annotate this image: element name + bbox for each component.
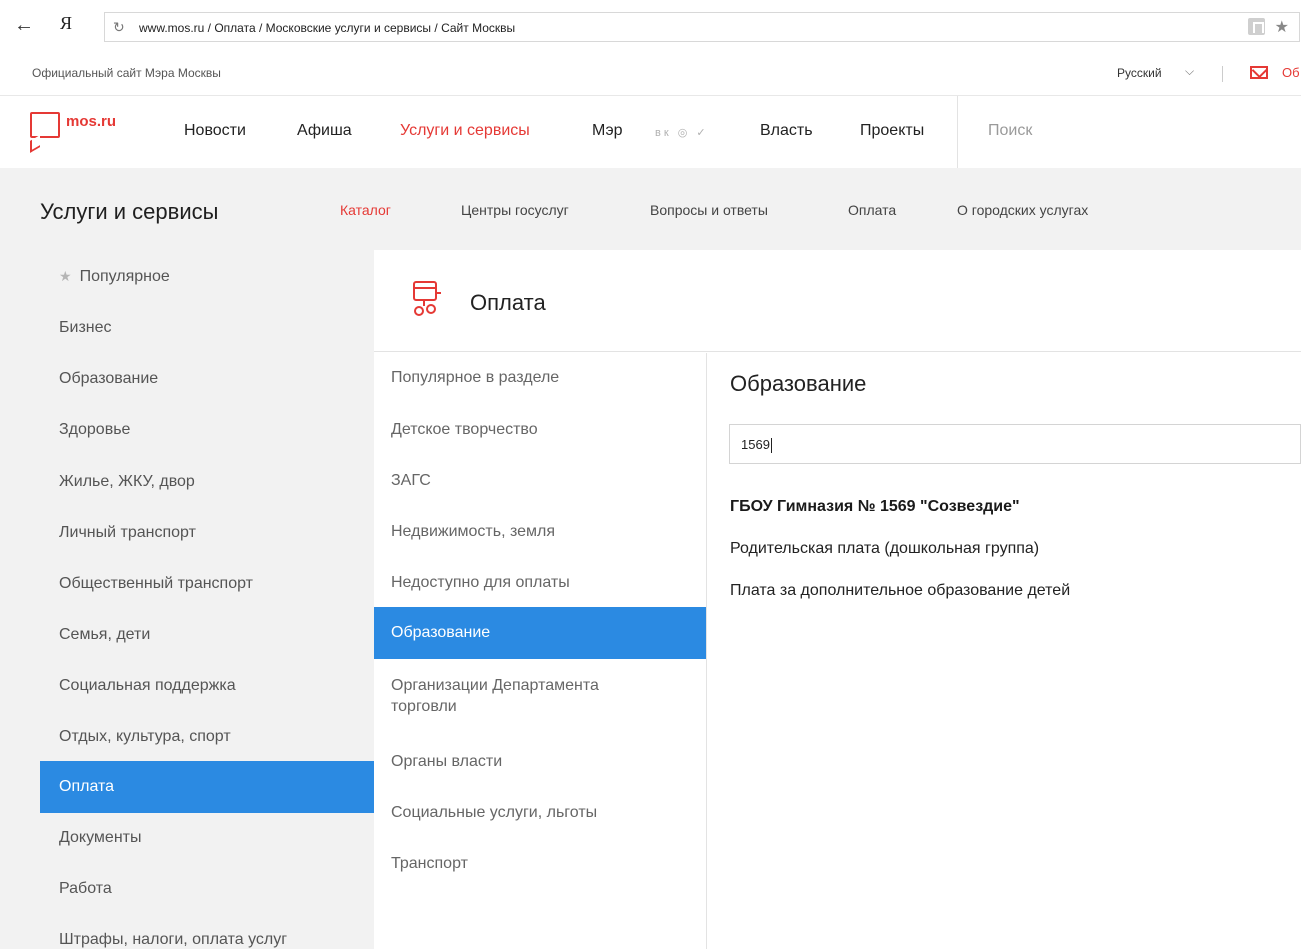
nav-services[interactable]: Услуги и сервисы — [400, 122, 530, 140]
subcategory-list: Популярное в разделе Детское творчество … — [374, 353, 707, 949]
category-sidebar: ★ Популярное Бизнес Образование Здоровье … — [0, 250, 374, 949]
subnav-catalog[interactable]: Каталог — [340, 202, 391, 218]
subcategory-unavailable[interactable]: Недоступно для оплаты — [374, 572, 706, 593]
sidebar-item-leisure[interactable]: Отдых, культура, спорт — [40, 711, 374, 763]
search-value: 1569 — [741, 437, 770, 452]
sidebar-item-public-transport[interactable]: Общественный транспорт — [40, 558, 374, 610]
subcategory-education[interactable]: Образование — [374, 607, 706, 659]
mos-logo-icon[interactable] — [30, 112, 60, 138]
sidebar-item-housing[interactable]: Жилье, ЖКУ, двор — [40, 456, 374, 508]
subnav-payment[interactable]: Оплата — [848, 202, 896, 218]
bookmark-star-icon[interactable]: ★ — [1275, 17, 1289, 37]
mail-link[interactable]: Об — [1282, 65, 1300, 80]
nav-government[interactable]: Власть — [760, 122, 813, 140]
sidebar-item-documents[interactable]: Документы — [40, 812, 374, 864]
star-icon: ★ — [59, 268, 72, 284]
subnav-faq[interactable]: Вопросы и ответы — [650, 202, 768, 218]
official-strip: Официальный сайт Мэра Москвы Русский ⌵ О… — [0, 54, 1301, 96]
result-item-parent-fee[interactable]: Родительская плата (дошкольная группа) — [730, 540, 1039, 558]
section-title: Услуги и сервисы — [40, 199, 219, 224]
subcategory-popular[interactable]: Популярное в разделе — [374, 367, 706, 388]
subcategory-transport[interactable]: Транспорт — [374, 853, 706, 874]
reload-icon[interactable]: ↻ — [113, 19, 125, 36]
url-text[interactable]: www.mos.ru / Оплата / Московские услуги … — [139, 21, 515, 35]
sidebar-item-family[interactable]: Семья, дети — [40, 609, 374, 661]
nav-projects[interactable]: Проекты — [860, 122, 924, 140]
subcategory-trade-department[interactable]: Организации Департамента торговли — [374, 675, 664, 717]
logo-text[interactable]: mos.ru — [66, 113, 116, 130]
subnav-about[interactable]: О городских услугах — [957, 202, 1088, 218]
detail-title: Образование — [730, 371, 867, 396]
organization-search-input[interactable]: 1569 — [729, 424, 1301, 464]
sidebar-item-work[interactable]: Работа — [40, 863, 374, 915]
subcategory-social-services[interactable]: Социальные услуги, льготы — [374, 802, 706, 823]
address-bar[interactable]: ↻ www.mos.ru / Оплата / Московские услуг… — [104, 12, 1300, 42]
subcategory-authorities[interactable]: Органы власти — [374, 751, 706, 772]
yandex-logo-icon[interactable]: Я — [60, 13, 72, 34]
sidebar-item-label: Популярное — [79, 268, 170, 285]
sidebar-item-business[interactable]: Бизнес — [40, 302, 374, 354]
pane-title: Оплата — [470, 290, 546, 315]
subcategory-zags[interactable]: ЗАГС — [374, 470, 706, 491]
sidebar-item-social[interactable]: Социальная поддержка — [40, 660, 374, 712]
result-group-title: ГБОУ Гимназия № 1569 "Созвездие" — [730, 498, 1020, 515]
sidebar-item-personal-transport[interactable]: Личный транспорт — [40, 507, 374, 559]
subcategory-creativity[interactable]: Детское творчество — [374, 419, 706, 440]
sidebar-item-popular[interactable]: ★ Популярное — [40, 250, 374, 302]
main-header: mos.ru Новости Афиша Услуги и сервисы Мэ… — [0, 96, 1301, 168]
browser-toolbar: ← Я ↻ www.mos.ru / Оплата / Московские у… — [0, 0, 1301, 54]
mail-icon[interactable] — [1250, 66, 1268, 79]
back-arrow-icon[interactable]: ← — [14, 14, 34, 37]
sidebar-item-payment[interactable]: Оплата — [40, 761, 374, 813]
sidebar-item-education[interactable]: Образование — [40, 353, 374, 405]
divider — [957, 96, 958, 168]
subcategory-realty[interactable]: Недвижимость, земля — [374, 521, 706, 542]
nav-afisha[interactable]: Афиша — [297, 122, 352, 140]
search-input[interactable]: Поиск — [988, 122, 1032, 140]
nav-news[interactable]: Новости — [184, 122, 246, 140]
official-site-label: Официальный сайт Мэра Москвы — [32, 66, 221, 80]
sidebar-item-health[interactable]: Здоровье — [40, 404, 374, 456]
chevron-down-icon[interactable]: ⌵ — [1185, 64, 1194, 79]
subnav-service-centers[interactable]: Центры госуслуг — [461, 202, 569, 218]
sidebar-item-fines[interactable]: Штрафы, налоги, оплата услуг — [40, 914, 374, 949]
social-icons[interactable]: вк ◎ ✓ — [655, 126, 709, 139]
lock-icon[interactable] — [1248, 18, 1265, 35]
divider — [1222, 66, 1223, 82]
section-bar: Услуги и сервисы Каталог Центры госуслуг… — [0, 168, 1301, 250]
pane-header: Оплата — [374, 250, 1301, 352]
result-item-additional-education[interactable]: Плата за дополнительное образование дете… — [730, 582, 1070, 600]
language-selector[interactable]: Русский — [1117, 66, 1162, 80]
nav-mayor[interactable]: Мэр — [592, 122, 623, 140]
wallet-payment-icon — [413, 281, 441, 316]
text-caret — [770, 438, 772, 454]
